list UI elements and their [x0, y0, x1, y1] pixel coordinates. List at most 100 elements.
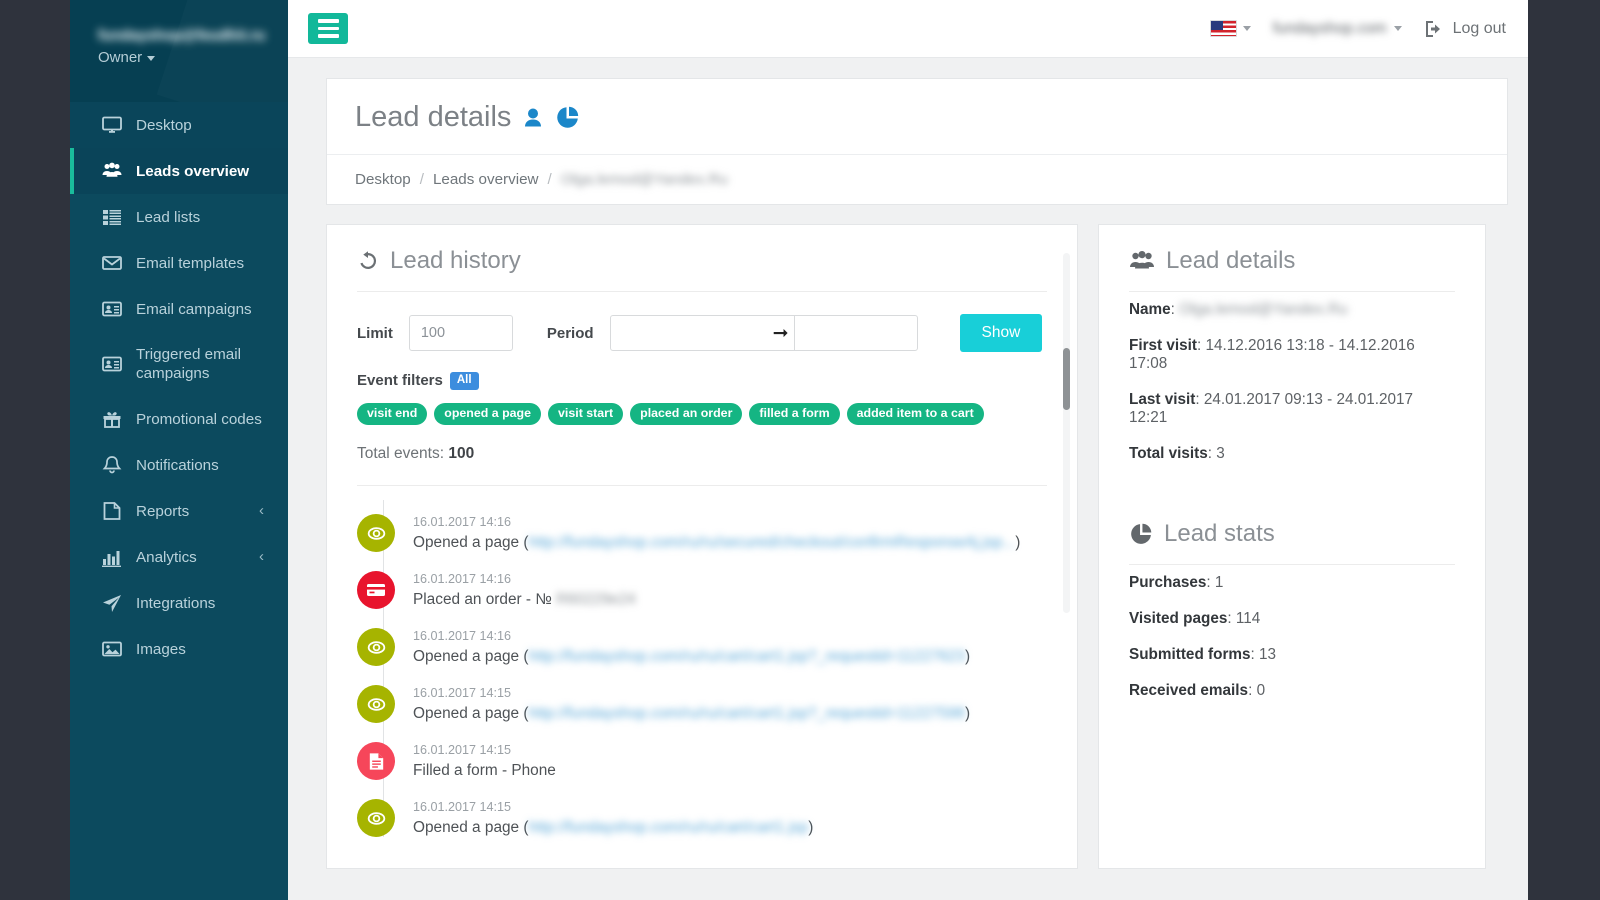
info-row-value: 1 [1214, 574, 1224, 591]
sidebar-item-analytics[interactable]: Analytics ‹ [70, 534, 288, 580]
info-row-value: Olga.lemod@Yandex.Ru [1179, 301, 1348, 318]
timeline-event-url[interactable]: http://fundayshop.com/ru/ru/secured/chec… [529, 534, 1016, 551]
us-flag-icon [1209, 20, 1237, 37]
event-filters-label: Event filters [357, 372, 443, 390]
event-filter-chip[interactable]: visit end [357, 402, 428, 426]
history-scrollbar-thumb[interactable] [1063, 348, 1070, 410]
period-from-input[interactable] [609, 315, 768, 351]
hamburger-icon[interactable] [308, 13, 348, 44]
timeline-event: 16.01.2017 14:15 Opened a page (http://fu… [357, 799, 1047, 838]
logout-label: Log out [1452, 19, 1506, 37]
lead-stats-heading: Lead stats [1099, 498, 1485, 564]
history-filters: Limit Period ➞ Show [327, 292, 1077, 352]
timeline-event-time: 16.01.2017 14:15 [413, 686, 512, 701]
logout-button[interactable]: Log out [1424, 20, 1506, 38]
timeline-event-url[interactable]: http://fundayshop.com/ru/ru/cart/cart1.j… [529, 705, 965, 722]
chevron-down-icon [1242, 26, 1251, 31]
info-row-key: Visited pages [1129, 610, 1228, 627]
person-icon [522, 106, 544, 130]
lead-details-card: Lead details Name: Olga.lemod@Yandex.Ru F… [1098, 224, 1486, 869]
event-filter-chip[interactable]: visit start [548, 402, 624, 426]
event-filter-chip[interactable]: opened a page [434, 402, 542, 426]
main-columns: Lead history Limit Period ➞ [326, 224, 1508, 869]
domain-selector[interactable]: fundayshop.com [1273, 20, 1402, 38]
timeline-event-body: 16.01.2017 14:15 Filled a form - Phone [413, 742, 556, 780]
timeline-event-time: 16.01.2017 14:16 [413, 572, 512, 587]
gift-icon [102, 409, 122, 429]
history-icon [357, 250, 379, 272]
sidebar-item-lead-lists[interactable]: Lead lists [70, 194, 288, 240]
sidebar-item-email-templates[interactable]: Email templates [70, 240, 288, 286]
timeline-event-url[interactable]: http://fundayshop.com/ru/ru/cart/cart1.j… [529, 819, 809, 836]
history-scrollbar[interactable] [1063, 253, 1070, 613]
paper-plane-icon [102, 593, 122, 613]
timeline-event-time: 16.01.2017 14:16 [413, 515, 512, 530]
timeline-event-body: 16.01.2017 14:15 Opened a page (http://fu… [413, 799, 813, 837]
image-icon [102, 639, 122, 659]
eye-icon [357, 628, 395, 667]
period-to-input[interactable] [793, 315, 918, 351]
timeline-event-body: 16.01.2017 14:16 Placed an order - № R602… [413, 571, 636, 609]
app-window: fundayshop@feudhit.ru Owner Desktop Leads… [70, 0, 1528, 900]
sidebar-item-promotional-codes[interactable]: Promotional codes [70, 396, 288, 442]
info-row-key: Submitted forms [1129, 646, 1251, 663]
sidebar-item-label: Email templates [136, 254, 245, 272]
language-selector[interactable] [1209, 20, 1251, 37]
event-filters: Event filters All visit end opened a page… [327, 352, 1077, 426]
timeline-event-text: Opened a page (http://fundayshop.com/ru/… [413, 648, 971, 666]
breadcrumb: Desktop / Leads overview / Olga.lemod@Yandex… [355, 171, 1479, 188]
pie-chart-icon [555, 105, 580, 130]
arrow-right-icon: ➞ [766, 315, 795, 351]
timeline-event-url[interactable]: http://fundayshop.com/ru/ru/cart/cart1.j… [529, 648, 965, 665]
lead-info-column: Lead details Name: Olga.lemod@Yandex.Ru F… [1098, 224, 1486, 869]
users-icon [1129, 250, 1155, 272]
timeline-event: 16.01.2017 14:16 Placed an order - № R602… [357, 571, 1047, 610]
envelope-icon [102, 253, 122, 273]
chevron-down-icon [1393, 26, 1402, 31]
page-title-label: Lead details [355, 101, 512, 133]
eye-icon [357, 514, 395, 553]
sidebar-user-role-label: Owner [98, 49, 143, 66]
sidebar-user-role[interactable]: Owner [98, 49, 288, 66]
sidebar-item-triggered-email-campaigns[interactable]: Triggered email campaigns [70, 332, 288, 396]
lead-details-heading: Lead details [1099, 225, 1485, 291]
page-head: Lead details [327, 79, 1507, 154]
eye-icon [357, 799, 395, 838]
breadcrumb-item[interactable]: Desktop [355, 171, 411, 188]
sidebar: fundayshop@feudhit.ru Owner Desktop Leads… [70, 0, 288, 900]
sidebar-item-leads-overview[interactable]: Leads overview [70, 148, 288, 194]
pie-chart-icon [1129, 522, 1153, 546]
lead-history-card: Lead history Limit Period ➞ [326, 224, 1078, 869]
period-label: Period [546, 324, 594, 342]
timeline-event: 16.01.2017 14:15 Filled a form - Phone [357, 742, 1047, 781]
timeline-event-url[interactable]: R60229e24 [556, 591, 636, 608]
info-row: Purchases: 1 [1129, 574, 1224, 591]
sidebar-item-label: Notifications [136, 456, 219, 474]
event-filter-chip[interactable]: placed an order [630, 402, 743, 426]
info-row: Submitted forms: 13 [1129, 646, 1277, 663]
period-range-group: ➞ [609, 315, 920, 351]
breadcrumb-item[interactable]: Leads overview [433, 171, 539, 188]
info-row-key: Received emails [1129, 682, 1249, 699]
timeline-event-body: 16.01.2017 14:16 Opened a page (http://fu… [413, 628, 970, 666]
sidebar-item-notifications[interactable]: Notifications [70, 442, 288, 488]
timeline-event-text: Opened a page (http://fundayshop.com/ru/… [413, 705, 971, 723]
info-row-value: 114 [1235, 610, 1261, 627]
show-button[interactable]: Show [959, 314, 1043, 352]
limit-input[interactable] [408, 315, 513, 351]
lead-stats-list: Purchases: 1 Visited pages: 114 Submitted … [1099, 565, 1485, 709]
content-area: Lead details Desktop / Leads overview / … [288, 58, 1528, 900]
breadcrumb-item: Olga.lemod@Yandex.Ru [560, 171, 728, 188]
filter-all-badge[interactable]: All [449, 372, 479, 390]
event-filter-chip[interactable]: filled a form [749, 402, 840, 426]
total-events-label: Total events: [357, 445, 445, 463]
sidebar-item-integrations[interactable]: Integrations [70, 580, 288, 626]
sidebar-item-images[interactable]: Images [70, 626, 288, 672]
sidebar-item-desktop[interactable]: Desktop [70, 102, 288, 148]
event-filter-chip[interactable]: added item to a cart [846, 402, 984, 426]
sidebar-item-email-campaigns[interactable]: Email campaigns [70, 286, 288, 332]
sidebar-item-reports[interactable]: Reports ‹ [70, 488, 288, 534]
info-row: Last visit: 24.01.2017 09:13 - 24.01.201… [1129, 391, 1414, 426]
chevron-left-icon: ‹ [259, 501, 264, 519]
sidebar-user-block[interactable]: fundayshop@feudhit.ru Owner [70, 0, 288, 102]
